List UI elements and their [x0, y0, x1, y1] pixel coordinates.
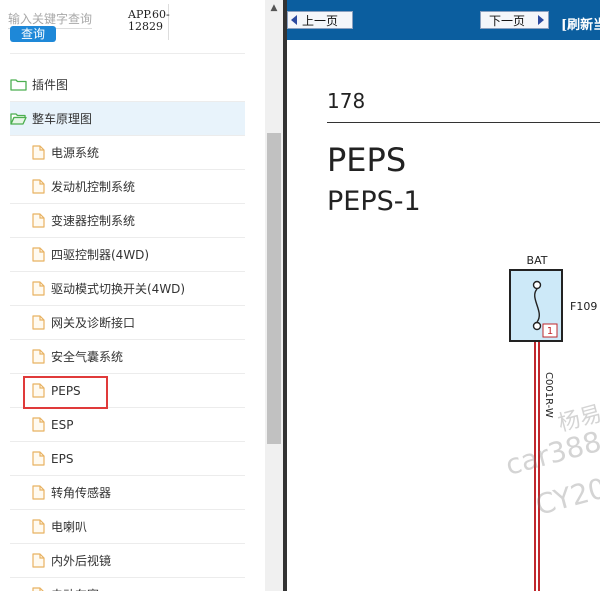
document-icon [10, 179, 51, 194]
tree-item-label: 内外后视镜 [51, 554, 112, 568]
left-panel: 线束图插件图整车原理图电源系统发动机控制系统变速器控制系统四驱控制器(4WD)驱… [0, 0, 283, 591]
watermark-line-3: CY20 [532, 471, 600, 522]
watermark: 杨易 car388 CY20 [502, 395, 600, 535]
tree-item-label: EPS [51, 451, 74, 466]
tree-item-doc[interactable]: 驱动模式切换开关(4WD) [10, 272, 245, 306]
diagram-viewer: 上一页 下一页 [刷新当前页] 178 PEPS PEPS-1 BAT 1 F1… [287, 0, 600, 591]
tree-item-doc[interactable]: ESP [10, 408, 245, 442]
fuse-terminal-bottom [532, 321, 542, 331]
document-icon [10, 145, 51, 160]
tree-item-doc[interactable]: 安全气囊系统 [10, 340, 245, 374]
document-icon [10, 383, 51, 398]
tree-item-label: 电源系统 [51, 146, 100, 160]
document-icon [10, 485, 51, 500]
document-icon [10, 349, 51, 364]
watermark-line-2: car388 [502, 424, 600, 482]
document-icon [10, 281, 51, 296]
document-icon [10, 451, 51, 466]
catalog-tree: 线束图插件图整车原理图电源系统发动机控制系统变速器控制系统四驱控制器(4WD)驱… [0, 0, 265, 591]
search-bar: 查询 APP.60- 12829 [0, 0, 265, 44]
tree-item-label: 电喇叭 [51, 520, 88, 534]
tree-item-doc[interactable]: 内外后视镜 [10, 544, 245, 578]
document-icon [10, 213, 51, 228]
search-button[interactable]: 查询 [10, 26, 56, 42]
tree-item-doc[interactable]: 电喇叭 [10, 510, 245, 544]
document-icon [10, 587, 51, 591]
tree-item-doc[interactable]: PEPS [10, 374, 245, 408]
document-icon [10, 247, 51, 262]
document-icon [10, 553, 51, 568]
tree-item-doc[interactable]: 电源系统 [10, 136, 245, 170]
tree-item-doc[interactable]: 四驱控制器(4WD) [10, 238, 245, 272]
tree-item-doc[interactable]: 转角传感器 [10, 476, 245, 510]
fuse-terminal-top [532, 280, 542, 290]
tree-item-label: 插件图 [32, 78, 69, 92]
tree-item-folder[interactable]: 插件图 [10, 68, 245, 102]
tree-item-label: 安全气囊系统 [51, 350, 124, 364]
pin-number: 1 [547, 326, 553, 337]
document-icon [10, 519, 51, 534]
tree-item-doc[interactable]: EPS [10, 442, 245, 476]
folder-open-icon [10, 112, 32, 125]
document-icon [10, 315, 51, 330]
app-version-label: APP.60- 12829 [128, 8, 170, 33]
tree-item-label: 四驱控制器(4WD) [51, 248, 150, 262]
folder-icon [10, 78, 32, 91]
tree-item-label: 整车原理图 [32, 112, 93, 126]
fuse-label: F109 [570, 300, 597, 313]
tree-item-doc[interactable]: 发动机控制系统 [10, 170, 245, 204]
tree-item-folder[interactable]: 整车原理图 [10, 102, 245, 136]
scroll-up-arrow-icon[interactable]: ▲ [265, 0, 283, 16]
tree-item-label: 变速器控制系统 [51, 214, 136, 228]
tree-item-doc[interactable]: 变速器控制系统 [10, 204, 245, 238]
tree-item-doc[interactable]: 网关及诊断接口 [10, 306, 245, 340]
tree-item-label: ESP [51, 417, 74, 432]
tree-scrollbar-thumb[interactable] [267, 133, 281, 444]
document-icon [10, 417, 51, 432]
tree-item-label: 发动机控制系统 [51, 180, 136, 194]
fuse-box-label: BAT [527, 254, 548, 267]
tree-item-label: 驱动模式切换开关(4WD) [51, 282, 186, 296]
tree-item-label: PEPS [51, 383, 81, 398]
tree-item-doc[interactable]: 电动车窗 [10, 578, 245, 591]
tree-item-label: 转角传感器 [51, 486, 112, 500]
tree-item-label: 电动车窗 [51, 586, 99, 591]
tree-item-label: 网关及诊断接口 [51, 316, 136, 330]
